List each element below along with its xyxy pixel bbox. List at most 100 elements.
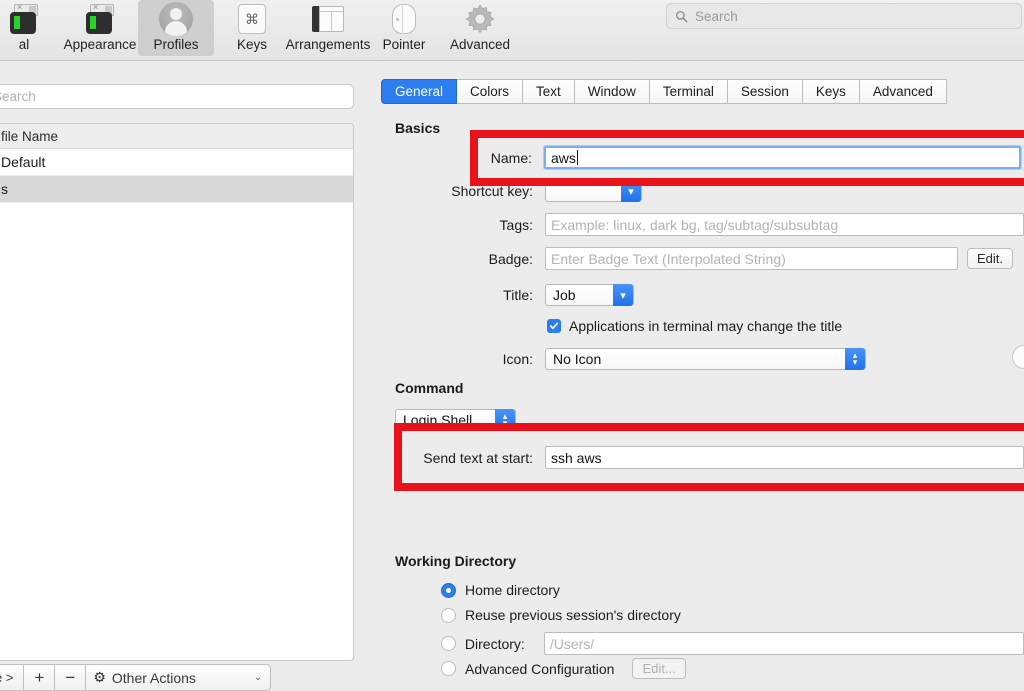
profile-search-input[interactable]: Search xyxy=(0,84,354,109)
radio-unselected-icon[interactable] xyxy=(441,661,456,676)
title-change-checkbox-label: Applications in terminal may change the … xyxy=(569,318,843,334)
directory-input[interactable]: /Users/ xyxy=(543,632,1024,655)
tab-label: Keys xyxy=(815,84,846,99)
radio-advanced-configuration[interactable]: Advanced Configuration Edit... xyxy=(441,658,686,679)
list-item-label: s xyxy=(1,181,8,197)
tab-label: Text xyxy=(536,84,561,99)
title-label: Title: xyxy=(503,287,533,303)
toolbar-item-general[interactable]: al xyxy=(0,0,62,56)
tags-input[interactable]: Example: linux, dark bg, tag/subtag/subs… xyxy=(545,213,1024,236)
chevron-up-down-icon: ▴ ▾ xyxy=(495,409,515,431)
remove-profile-button[interactable]: − xyxy=(55,664,87,691)
toolbar-item-label: Keys xyxy=(236,37,267,52)
preferences-window: al Appearance Profiles ⌘ Keys xyxy=(0,0,1024,691)
shortcut-key-label: Shortcut key: xyxy=(451,183,533,199)
list-item-label: Default xyxy=(1,154,46,170)
chevron-up-down-icon: ▴ ▾ xyxy=(845,348,865,370)
list-item[interactable]: s xyxy=(0,176,353,203)
shortcut-key-row: Shortcut key: ▾ xyxy=(381,180,1021,202)
toolbar-search-field[interactable]: Search xyxy=(666,3,1022,29)
icon-popup[interactable]: No Icon ▴ ▾ xyxy=(545,348,866,370)
toolbar-item-label: Profiles xyxy=(153,37,199,52)
profiles-list-column-header[interactable]: file Name xyxy=(0,124,353,149)
toolbar-item-label: Appearance xyxy=(63,37,137,52)
toolbar-item-advanced[interactable]: Advanced xyxy=(442,0,518,56)
column-header-label: file Name xyxy=(1,128,59,144)
advanced-config-edit-label: Edit... xyxy=(642,661,676,676)
tab-window[interactable]: Window xyxy=(574,79,650,104)
terminal-icon xyxy=(10,2,38,36)
tab-terminal[interactable]: Terminal xyxy=(649,79,728,104)
radio-label: Home directory xyxy=(465,582,560,598)
add-profile-label: + xyxy=(34,667,45,687)
radio-label: Directory: xyxy=(464,635,525,652)
toolbar-item-label: Arrangements xyxy=(285,37,371,52)
chevron-down-icon: ▾ xyxy=(613,284,633,306)
radio-unselected-icon[interactable] xyxy=(441,607,456,623)
tab-label: Colors xyxy=(470,84,510,99)
other-actions-button[interactable]: ⚙ Other Actions ⌄ xyxy=(86,664,272,691)
mouse-icon xyxy=(392,2,416,36)
tab-advanced[interactable]: Advanced xyxy=(859,79,947,104)
settings-tabs: General Colors Text Window Terminal Sess… xyxy=(381,79,947,104)
toolbar-item-profiles[interactable]: Profiles xyxy=(138,0,214,56)
toolbar-item-label: Advanced xyxy=(449,37,511,52)
send-text-value: ssh aws xyxy=(551,449,602,466)
advanced-config-edit-button[interactable]: Edit... xyxy=(632,658,686,679)
tags-row: Tags: Example: linux, dark bg, tag/subta… xyxy=(381,213,1024,236)
icon-value: No Icon xyxy=(553,351,602,367)
person-icon xyxy=(159,2,193,36)
toolbar-items: al Appearance Profiles ⌘ Keys xyxy=(0,0,518,56)
overflow-button[interactable]: e > xyxy=(0,664,25,691)
other-actions-label: Other Actions xyxy=(111,669,196,686)
help-button[interactable] xyxy=(1012,345,1024,369)
badge-edit-button[interactable]: Edit. xyxy=(967,248,1014,269)
toolbar-item-arrangements[interactable]: Arrangements xyxy=(286,0,370,56)
toolbar-item-keys[interactable]: ⌘ Keys xyxy=(214,0,290,56)
shortcut-key-popup[interactable]: ▾ xyxy=(545,180,642,202)
toolbar-item-label: al xyxy=(18,37,30,52)
title-popup[interactable]: Job ▾ xyxy=(545,284,634,306)
title-row: Title: Job ▾ xyxy=(381,284,634,306)
radio-custom-directory[interactable]: Directory: /Users/ xyxy=(441,632,1024,655)
radio-label: Advanced Configuration xyxy=(465,660,615,677)
profile-search-placeholder: Search xyxy=(0,89,36,104)
command-type-popup[interactable]: Login Shell ▴ ▾ xyxy=(395,409,516,431)
section-title-working-directory: Working Directory xyxy=(395,553,517,569)
list-item[interactable]: Default xyxy=(0,149,353,176)
radio-selected-icon[interactable] xyxy=(441,582,456,598)
overflow-button-label: e > xyxy=(0,670,14,685)
tab-text[interactable]: Text xyxy=(523,79,575,104)
command-type-value: Login Shell xyxy=(403,412,473,428)
radio-reuse-directory[interactable]: Reuse previous session's directory xyxy=(441,607,681,623)
tab-keys[interactable]: Keys xyxy=(802,79,860,104)
send-text-label: Send text at start: xyxy=(423,449,533,466)
badge-input[interactable]: Enter Badge Text (Interpolated String) xyxy=(545,247,958,270)
remove-profile-label: − xyxy=(65,667,76,687)
toolbar-item-pointer[interactable]: Pointer xyxy=(366,0,442,56)
checkbox-checked-icon[interactable] xyxy=(547,319,561,333)
profiles-list[interactable]: file Name Default s xyxy=(0,123,354,661)
add-profile-button[interactable]: + xyxy=(24,664,56,691)
badge-label: Badge: xyxy=(488,250,533,267)
gear-icon xyxy=(464,2,496,36)
toolbar-item-appearance[interactable]: Appearance xyxy=(62,0,138,56)
tab-label: Terminal xyxy=(662,84,714,99)
radio-unselected-icon[interactable] xyxy=(441,636,456,651)
radio-home-directory[interactable]: Home directory xyxy=(441,582,560,598)
tab-general[interactable]: General xyxy=(381,79,458,104)
title-change-checkbox-row[interactable]: Applications in terminal may change the … xyxy=(547,318,842,334)
tab-label: Session xyxy=(740,84,789,99)
profiles-sidebar: Search file Name Default s e > + − xyxy=(0,61,371,691)
badge-placeholder: Enter Badge Text (Interpolated String) xyxy=(551,250,786,267)
tab-label: Advanced xyxy=(872,84,933,99)
section-title-command: Command xyxy=(395,380,464,396)
tab-session[interactable]: Session xyxy=(727,79,803,104)
search-icon xyxy=(675,10,688,22)
profile-settings-pane: General Colors Text Window Terminal Sess… xyxy=(381,61,1024,691)
tags-label: Tags: xyxy=(499,216,533,233)
tab-colors[interactable]: Colors xyxy=(457,79,524,104)
name-input[interactable]: aws xyxy=(544,146,1021,169)
name-input-value: aws xyxy=(551,149,576,166)
send-text-input[interactable]: ssh aws xyxy=(545,446,1024,469)
